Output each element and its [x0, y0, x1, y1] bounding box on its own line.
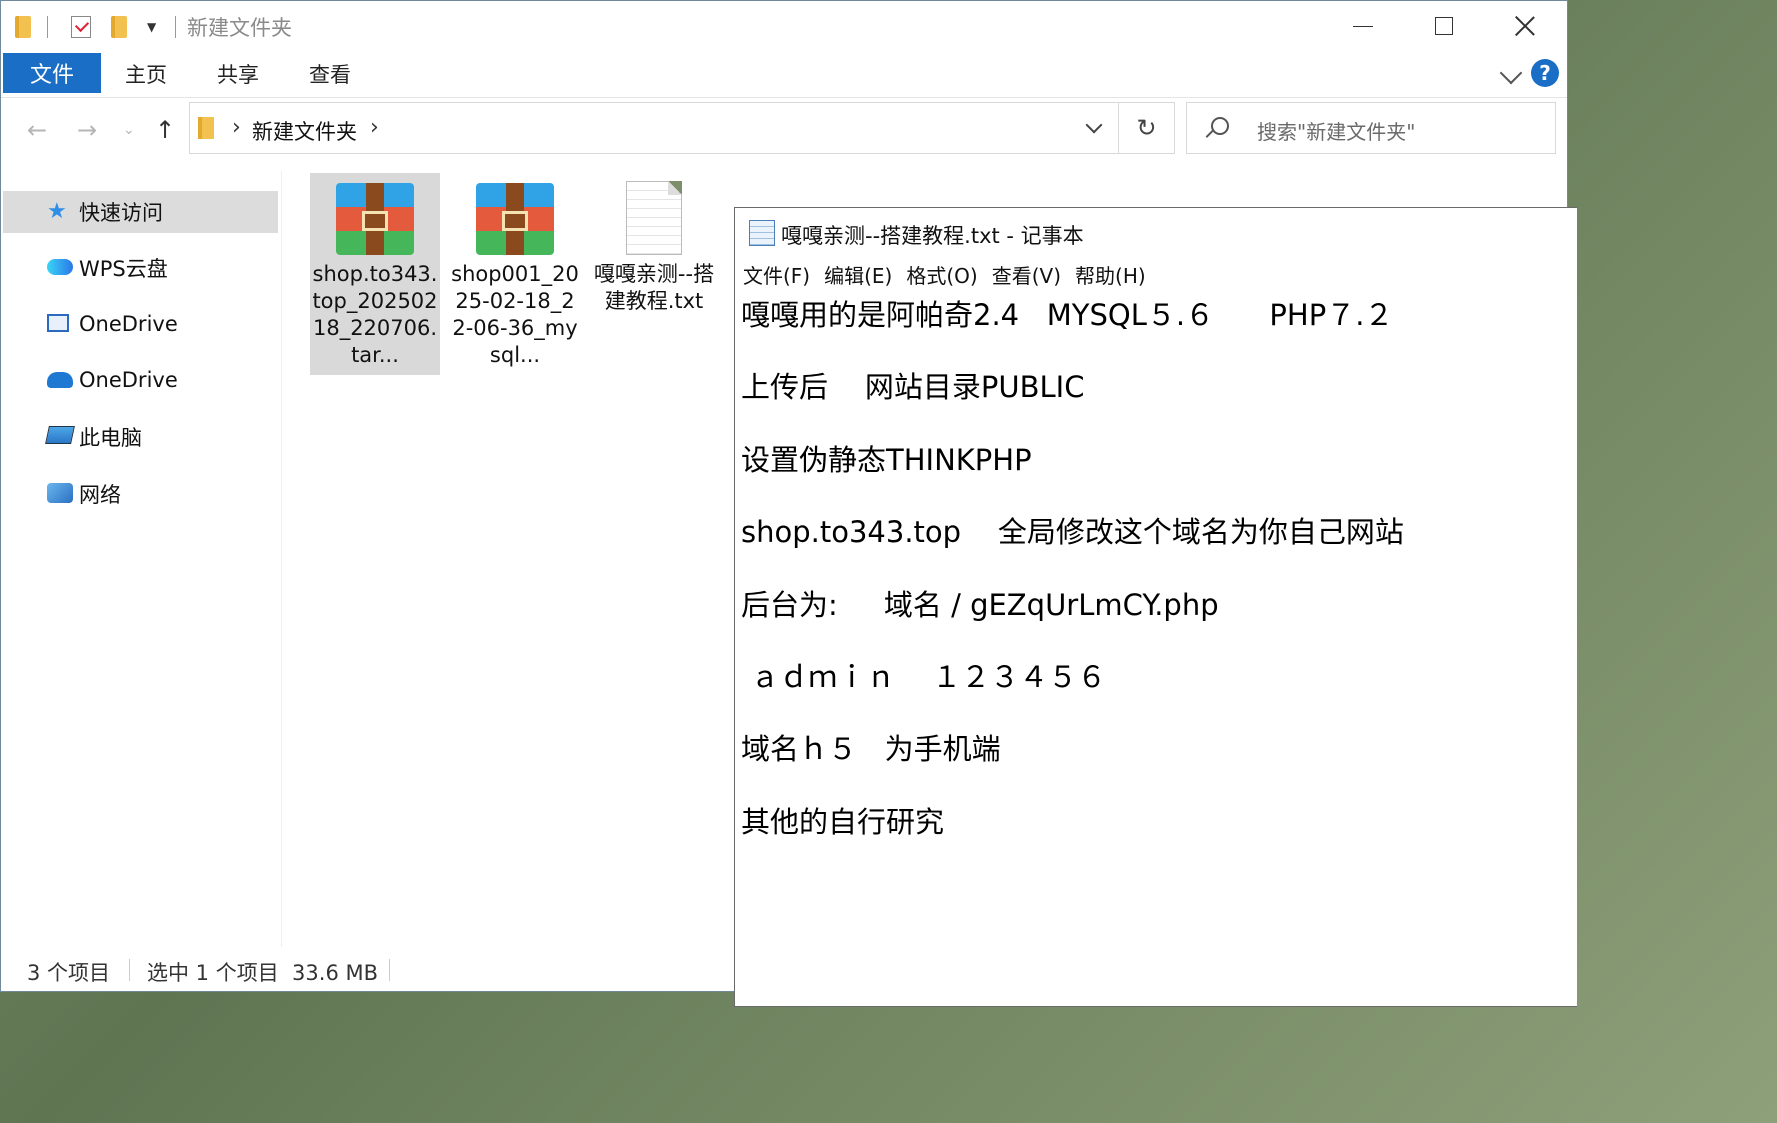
address-bar[interactable]: › 新建文件夹 › [189, 102, 1119, 154]
title-bar: ▼ 新建文件夹 [1, 1, 1567, 51]
menu-edit[interactable]: 编辑(E) [824, 260, 892, 292]
winrar-archive-icon [336, 183, 414, 255]
window-title: 新建文件夹 [187, 16, 292, 40]
sidebar-item-quick-access[interactable]: ★ 快速访问 [3, 191, 278, 233]
text-line: ａｄｍｉｎ １２３４５６ [741, 660, 1107, 694]
sidebar-item-label: 网络 [79, 483, 121, 507]
new-folder-icon[interactable] [111, 13, 127, 41]
forward-arrow-icon[interactable]: → [77, 116, 97, 144]
winrar-archive-icon [476, 183, 554, 255]
sidebar-item-label: 此电脑 [79, 426, 142, 450]
properties-check-icon[interactable] [71, 13, 91, 41]
wps-cloud-icon [47, 259, 73, 275]
customize-dropdown-icon[interactable]: ▼ [147, 13, 156, 41]
navigation-bar: ← → ⌄ ↑ › 新建文件夹 › ↻ 搜索"新建文件夹" [1, 98, 1567, 162]
file-list: shop.to343.top_20250218_220706.tar... sh… [283, 171, 733, 961]
status-separator [129, 959, 130, 981]
up-arrow-icon[interactable]: ↑ [155, 116, 175, 144]
recent-locations-chevron-icon[interactable]: ⌄ [123, 122, 135, 138]
notepad-icon [749, 220, 775, 246]
refresh-button[interactable]: ↻ [1119, 102, 1175, 154]
minimize-button[interactable] [1323, 1, 1403, 51]
text-line: shop.to343.top 全局修改这个域名为你自己网站 [741, 515, 1404, 549]
breadcrumb-next-chevron-icon[interactable]: › [370, 115, 379, 140]
sidebar-item-label: WPS云盘 [79, 257, 168, 281]
notepad-title: 嘎嘎亲测--搭建教程.txt - 记事本 [781, 224, 1084, 248]
network-icon [47, 483, 73, 503]
quick-access-folder-icon[interactable] [15, 13, 31, 41]
file-item-archive-1[interactable]: shop.to343.top_20250218_220706.tar... [310, 173, 440, 375]
tab-share[interactable]: 共享 [217, 59, 259, 89]
breadcrumb-chevron-icon[interactable]: › [232, 115, 241, 140]
tab-home[interactable]: 主页 [125, 59, 167, 89]
back-arrow-icon[interactable]: ← [27, 116, 47, 144]
sidebar-item-label: OneDrive [79, 368, 178, 392]
text-document-icon [626, 181, 682, 255]
status-separator [389, 959, 390, 981]
menu-format[interactable]: 格式(O) [906, 260, 977, 292]
onedrive-cloud-icon [47, 372, 73, 388]
text-line: 设置伪静态THINKPHP [741, 443, 1032, 477]
computer-icon [45, 426, 75, 444]
star-icon: ★ [47, 199, 67, 224]
maximize-button[interactable] [1404, 1, 1484, 51]
search-box[interactable]: 搜索"新建文件夹" [1186, 102, 1556, 154]
sidebar-item-network[interactable]: 网络 [3, 473, 278, 515]
ribbon-tabs: 文件 主页 共享 查看 ? [1, 51, 1567, 98]
file-name: 嘎嘎亲测--搭建教程.txt [593, 262, 715, 313]
search-placeholder: 搜索"新建文件夹" [1257, 120, 1416, 144]
refresh-icon: ↻ [1136, 114, 1157, 142]
address-folder-icon [198, 117, 214, 139]
text-line: 其他的自行研究 [741, 805, 945, 839]
notepad-menu-bar: 文件(F) 编辑(E) 格式(O) 查看(V) 帮助(H) [735, 260, 1577, 292]
sidebar-item-label: OneDrive [79, 312, 178, 336]
expand-ribbon-chevron-icon[interactable] [1499, 61, 1523, 85]
menu-help[interactable]: 帮助(H) [1075, 260, 1146, 292]
sidebar-item-onedrive[interactable]: OneDrive [3, 303, 278, 345]
search-icon [1211, 117, 1229, 135]
file-item-text[interactable]: 嘎嘎亲测--搭建教程.txt [589, 173, 719, 315]
sidebar-item-onedrive-personal[interactable]: OneDrive [3, 359, 278, 401]
file-name: shop001_2025-02-18_22-06-36_mysql... [451, 262, 579, 367]
quick-access-separator [47, 13, 48, 41]
navigation-pane: ★ 快速访问 WPS云盘 OneDrive OneDrive 此电脑 网络 [1, 171, 282, 961]
help-icon[interactable]: ? [1531, 59, 1559, 87]
close-button[interactable] [1485, 1, 1565, 51]
file-item-archive-2[interactable]: shop001_2025-02-18_22-06-36_mysql... [450, 173, 580, 369]
onedrive-icon [47, 314, 69, 332]
notepad-title-bar: 嘎嘎亲测--搭建教程.txt - 记事本 [735, 208, 1577, 258]
menu-view[interactable]: 查看(V) [992, 260, 1061, 292]
text-line: 上传后 网站目录PUBLIC [741, 370, 1085, 404]
sidebar-item-this-pc[interactable]: 此电脑 [3, 416, 278, 458]
address-dropdown-icon[interactable] [1085, 116, 1103, 134]
selection-info: 选中 1 个项目 33.6 MB [147, 961, 379, 985]
item-count: 3 个项目 [27, 961, 111, 985]
tab-file[interactable]: 文件 [3, 53, 101, 93]
title-separator [175, 13, 176, 41]
sidebar-item-label: 快速访问 [79, 201, 163, 225]
tab-view[interactable]: 查看 [309, 59, 351, 89]
menu-file[interactable]: 文件(F) [743, 260, 810, 292]
sidebar-item-wps-cloud[interactable]: WPS云盘 [3, 247, 278, 289]
file-name: shop.to343.top_20250218_220706.tar... [312, 262, 438, 367]
breadcrumb-current-folder[interactable]: 新建文件夹 [252, 116, 357, 146]
text-line: 嘎嘎用的是阿帕奇2.4 MYSQL５.６ PHP７.２ [741, 298, 1394, 332]
text-line: 后台为: 域名 / gEZqUrLmCY.php [741, 588, 1219, 622]
text-line: 域名ｈ５ 为手机端 [741, 732, 1001, 766]
notepad-window: 嘎嘎亲测--搭建教程.txt - 记事本 文件(F) 编辑(E) 格式(O) 查… [734, 207, 1577, 1007]
